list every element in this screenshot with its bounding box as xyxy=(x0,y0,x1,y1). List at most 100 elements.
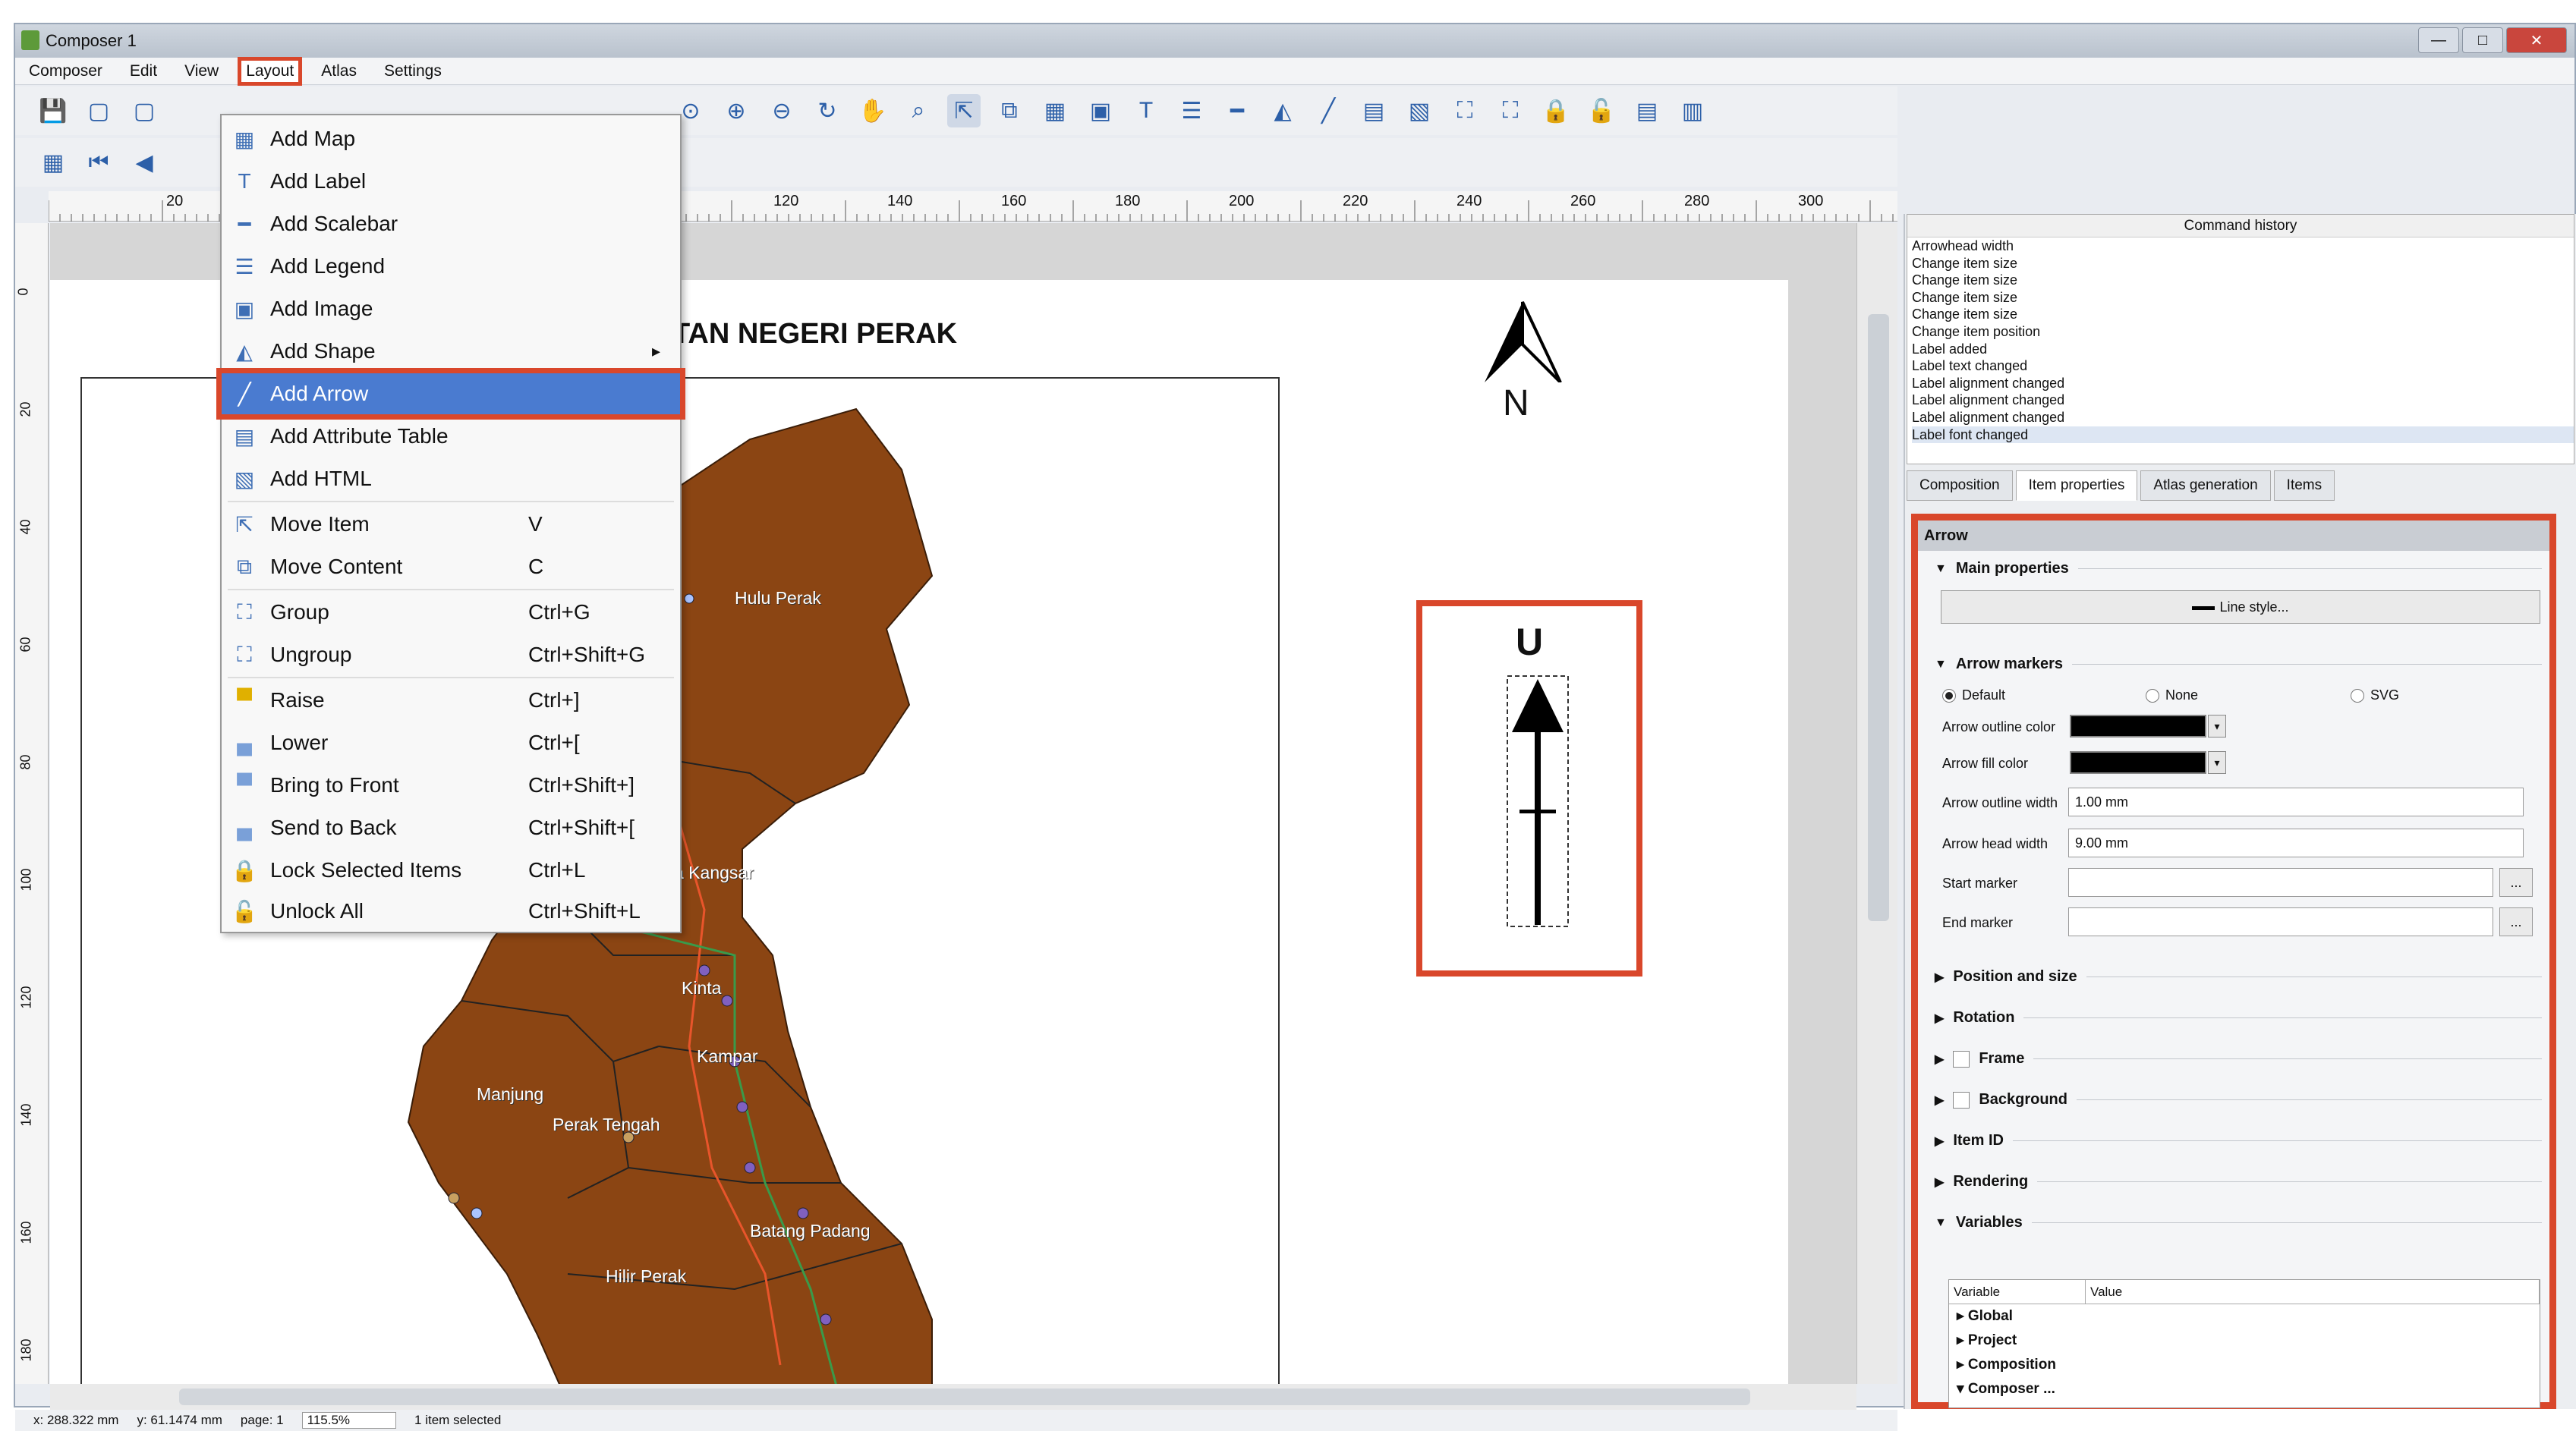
add-label-tool-icon[interactable]: T xyxy=(1129,94,1163,127)
menu-atlas[interactable]: Atlas xyxy=(316,61,361,82)
menu-item-add-html[interactable]: ▧ Add HTML xyxy=(222,458,680,499)
menu-item-move-item[interactable]: ⇱ Move Item V xyxy=(222,504,680,545)
save-icon[interactable]: 💾 xyxy=(36,94,70,127)
variable-group-row[interactable]: ▸ Composition xyxy=(1949,1353,2540,1377)
section-position-and-size[interactable]: ▶ Position and size xyxy=(1935,968,2542,986)
history-entry[interactable]: Change item size xyxy=(1912,272,2574,289)
outline-color-dropdown[interactable]: ▾ xyxy=(2208,715,2226,738)
menu-item-raise[interactable]: ▀ Raise Ctrl+] xyxy=(222,680,680,721)
menu-item-unlock-all[interactable]: 🔓 Unlock All Ctrl+Shift+L xyxy=(222,891,680,932)
section-background[interactable]: ▶ Background xyxy=(1935,1091,2542,1109)
section-rendering[interactable]: ▶ Rendering xyxy=(1935,1173,2542,1190)
value-column-header[interactable]: Value xyxy=(2086,1280,2540,1304)
variable-group-row[interactable]: ▸ Project xyxy=(1949,1329,2540,1353)
minimize-button[interactable]: — xyxy=(2418,27,2459,53)
menu-item-add-image[interactable]: ▣ Add Image xyxy=(222,288,680,329)
first-feature-icon[interactable]: ⏮ xyxy=(82,146,115,179)
add-image-tool-icon[interactable]: ▣ xyxy=(1084,94,1117,127)
add-shape-tool-icon[interactable]: ◭ xyxy=(1266,94,1299,127)
menu-item-ungroup[interactable]: ⛶ Ungroup Ctrl+Shift+G xyxy=(222,634,680,675)
tab-composition[interactable]: Composition xyxy=(1907,470,2013,501)
variable-column-header[interactable]: Variable xyxy=(1949,1280,2086,1304)
lock-tool-icon[interactable]: 🔒 xyxy=(1539,94,1573,127)
start-marker-field[interactable] xyxy=(2068,868,2493,897)
history-entry[interactable]: Arrowhead width xyxy=(1912,237,2574,255)
menu-item-group[interactable]: ⛶ Group Ctrl+G xyxy=(222,592,680,633)
canvas-horizontal-scrollbar[interactable] xyxy=(50,1384,1856,1410)
menu-item-add-shape[interactable]: ◭ Add Shape ▸ xyxy=(222,331,680,372)
outline-width-spinbox[interactable]: 1.00 mm xyxy=(2068,788,2524,816)
tab-atlas-generation[interactable]: Atlas generation xyxy=(2140,470,2271,501)
atlas-preview-icon[interactable]: ▦ xyxy=(36,146,70,179)
menu-item-move-content[interactable]: ⧉ Move Content C xyxy=(222,546,680,587)
history-entry[interactable]: Change item size xyxy=(1912,306,2574,323)
menu-layout[interactable]: Layout xyxy=(238,56,303,86)
menu-item-add-arrow[interactable]: ╱ Add Arrow xyxy=(216,368,685,420)
section-arrow-markers[interactable]: ▼ Arrow markers xyxy=(1935,656,2542,673)
history-entry[interactable]: Change item position xyxy=(1912,323,2574,341)
zoom-tool-icon[interactable]: ⌕ xyxy=(902,94,935,127)
add-legend-tool-icon[interactable]: ☰ xyxy=(1175,94,1208,127)
lower-tool-icon[interactable]: ▥ xyxy=(1676,94,1709,127)
marker-default-radio[interactable]: Default xyxy=(1942,687,2005,703)
select-tool-icon[interactable]: ⇱ xyxy=(947,94,981,127)
section-variables[interactable]: ▼ Variables xyxy=(1935,1214,2542,1231)
head-width-spinbox[interactable]: 9.00 mm xyxy=(2068,829,2524,857)
menu-item-add-map[interactable]: ▦ Add Map xyxy=(222,118,680,159)
zoom-out-icon[interactable]: ⊖ xyxy=(765,94,798,127)
history-entry[interactable]: Label alignment changed xyxy=(1912,375,2574,392)
start-marker-browse-button[interactable]: ... xyxy=(2499,868,2533,897)
add-arrow-tool-icon[interactable]: ╱ xyxy=(1312,94,1345,127)
add-map-tool-icon[interactable]: ▦ xyxy=(1038,94,1072,127)
marker-svg-radio[interactable]: SVG xyxy=(2351,687,2399,703)
history-entry[interactable]: Label added xyxy=(1912,341,2574,358)
menu-composer[interactable]: Composer xyxy=(24,61,107,82)
line-style-button[interactable]: Line style... xyxy=(1941,590,2540,624)
duplicate-composer-icon[interactable]: ▢ xyxy=(128,94,161,127)
tab-item-properties[interactable]: Item properties xyxy=(2015,470,2138,501)
menu-view[interactable]: View xyxy=(180,61,223,82)
maximize-button[interactable]: □ xyxy=(2462,27,2503,53)
history-entry[interactable]: Change item size xyxy=(1912,289,2574,307)
end-marker-field[interactable] xyxy=(2068,907,2493,936)
menu-item-add-label[interactable]: T Add Label xyxy=(222,161,680,202)
new-composer-icon[interactable]: ▢ xyxy=(82,94,115,127)
outline-color-button[interactable] xyxy=(2070,715,2206,738)
history-entry[interactable]: Label alignment changed xyxy=(1912,392,2574,409)
section-main-properties[interactable]: ▼ Main properties xyxy=(1935,560,2542,577)
add-table-tool-icon[interactable]: ▤ xyxy=(1357,94,1390,127)
arrow-item-highlight[interactable]: U xyxy=(1416,600,1642,977)
section-item-id[interactable]: ▶ Item ID xyxy=(1935,1132,2542,1150)
menu-item-send-to-back[interactable]: ▄ Send to Back Ctrl+Shift+[ xyxy=(222,807,680,848)
add-html-tool-icon[interactable]: ▧ xyxy=(1403,94,1436,127)
group-tool-icon[interactable]: ⛶ xyxy=(1448,94,1482,127)
fill-color-button[interactable] xyxy=(2070,751,2206,774)
menu-item-add-legend[interactable]: ☰ Add Legend xyxy=(222,246,680,287)
variable-group-row[interactable]: ▾ Composer ... xyxy=(1949,1377,2540,1401)
menu-edit[interactable]: Edit xyxy=(125,61,162,82)
canvas-vertical-scrollbar[interactable] xyxy=(1856,223,1897,1384)
pan-icon[interactable]: ✋ xyxy=(856,94,890,127)
menu-item-add-attribute-table[interactable]: ▤ Add Attribute Table xyxy=(222,416,680,457)
previous-feature-icon[interactable]: ◀ xyxy=(128,146,161,179)
tab-items[interactable]: Items xyxy=(2273,470,2335,501)
fill-color-dropdown[interactable]: ▾ xyxy=(2208,751,2226,774)
menu-item-bring-to-front[interactable]: ▀ Bring to Front Ctrl+Shift+] xyxy=(222,765,680,806)
history-entry[interactable]: Label alignment changed xyxy=(1912,409,2574,426)
close-button[interactable]: ✕ xyxy=(2506,27,2567,53)
add-scalebar-tool-icon[interactable]: ━ xyxy=(1220,94,1254,127)
menu-item-add-scalebar[interactable]: ━ Add Scalebar xyxy=(222,203,680,244)
zoom-select[interactable]: 115.5% xyxy=(301,1412,397,1429)
section-rotation[interactable]: ▶ Rotation xyxy=(1935,1009,2542,1027)
section-frame[interactable]: ▶ Frame xyxy=(1935,1050,2542,1068)
menu-item-lower[interactable]: ▄ Lower Ctrl+[ xyxy=(222,722,680,763)
move-content-tool-icon[interactable]: ⧉ xyxy=(993,94,1026,127)
zoom-in-icon[interactable]: ⊕ xyxy=(720,94,753,127)
raise-tool-icon[interactable]: ▤ xyxy=(1630,94,1664,127)
menu-settings[interactable]: Settings xyxy=(379,61,446,82)
north-arrow[interactable]: N xyxy=(1477,299,1568,423)
ungroup-tool-icon[interactable]: ⛶ xyxy=(1494,94,1527,127)
history-entry[interactable]: Label text changed xyxy=(1912,357,2574,375)
map-title[interactable]: TAN NEGERI PERAK xyxy=(672,318,957,351)
refresh-icon[interactable]: ↻ xyxy=(811,94,844,127)
